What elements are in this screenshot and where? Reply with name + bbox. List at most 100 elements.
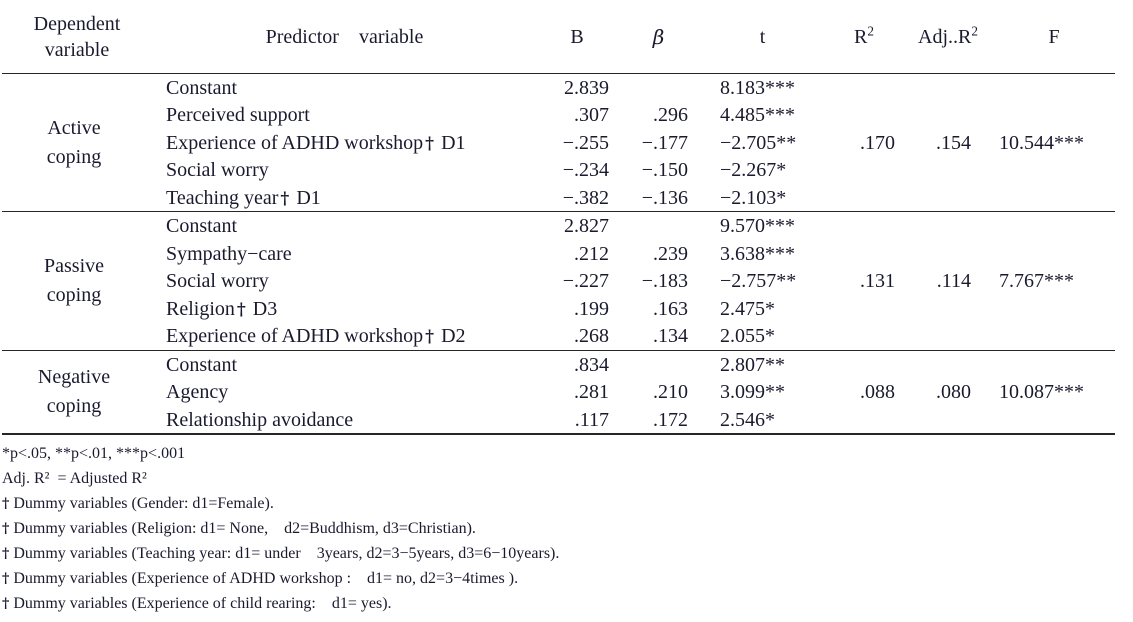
table-row: Negative coping Constant .834 2.807**: [2, 349, 1115, 435]
footnote-line: † Dummy variables (Experience of ADHD wo…: [2, 571, 1133, 596]
rule-cell: [825, 433, 903, 437]
b-value: .117: [574, 408, 609, 431]
empty-cell: [825, 72, 903, 102]
empty-cell: [825, 211, 903, 240]
dagger-icon: †: [425, 327, 435, 348]
predictor-variable-label: Agency: [166, 381, 229, 404]
empty-cell: [903, 101, 993, 129]
column-header-r-squared: R2: [825, 4, 903, 73]
b-value: .834: [537, 349, 617, 379]
predictor-variable-label: Teaching year † D1: [166, 186, 321, 209]
predictor-variable-label: Relationship avoidance: [166, 408, 354, 431]
t-value: 2.807**: [700, 349, 825, 379]
dummy-code-label: D1: [291, 186, 321, 209]
t-value: −2.267*: [720, 159, 787, 182]
b-value: −.382: [562, 186, 609, 209]
r2-base: R: [854, 26, 868, 49]
t-value: −2.705**: [720, 131, 797, 154]
footnote-line: † Dummy variables (Gender: d1=Female).: [2, 496, 1133, 521]
footnote-line: † Dummy variables (Religion: d1= None, d…: [2, 521, 1133, 546]
dependent-variable-label: Negative coping: [2, 349, 152, 435]
dagger-icon: †: [236, 299, 246, 320]
predictor-variable-label: Perceived support: [166, 104, 310, 127]
table-body: Active coping Constant 2.839 8.183*** Percei…: [2, 72, 1115, 437]
empty-cell: [993, 240, 1115, 268]
beta-symbol: β: [652, 24, 665, 49]
header-row: Dependent variable Predictor variable B …: [2, 4, 1115, 73]
beta-value: −.136: [641, 186, 688, 209]
t-value: 4.485***: [720, 104, 795, 127]
empty-cell: [825, 322, 903, 350]
empty-cell: [993, 72, 1115, 102]
rule-cell: [700, 433, 825, 437]
table-header: Dependent variable Predictor variable B …: [2, 4, 1115, 73]
predictor-variable-label: Constant: [152, 211, 537, 240]
b-value: .212: [574, 242, 609, 265]
column-header-predictor-variable: Predictor variable: [265, 26, 424, 49]
beta-value: [617, 211, 700, 240]
empty-cell: [825, 295, 903, 323]
table-row: Social worry −.227 −.183 −2.757** .131 .114 7.…: [2, 267, 1115, 295]
predictor-variable-label: Social worry: [166, 159, 269, 182]
empty-cell: [903, 211, 993, 240]
beta-value: −.150: [641, 159, 688, 182]
table-bottom-rule: [2, 433, 1115, 437]
b-value: −.227: [562, 270, 609, 293]
rule-cell: [903, 433, 993, 437]
column-header-beta: β: [617, 4, 700, 73]
empty-cell: [825, 156, 903, 184]
beta-value: [617, 72, 700, 102]
empty-cell: [903, 72, 993, 102]
dependent-variable-label: Active coping: [2, 72, 152, 212]
b-value: .268: [574, 325, 609, 348]
empty-cell: [825, 240, 903, 268]
beta-value: .134: [653, 325, 688, 348]
empty-cell: [993, 349, 1115, 379]
adjusted-r-squared-value: .080: [936, 381, 971, 404]
empty-cell: [903, 295, 993, 323]
rule-cell: [617, 433, 700, 437]
rule-cell: [152, 433, 537, 437]
t-value: 2.546*: [720, 408, 775, 431]
empty-cell: [903, 184, 993, 212]
empty-cell: [903, 156, 993, 184]
b-value: .281: [574, 381, 609, 404]
t-value: 2.055*: [720, 325, 775, 348]
column-header-t: t: [759, 26, 766, 49]
table-row: Experience of ADHD workshop † D1 −.255 −.17…: [2, 129, 1115, 157]
beta-value: −.177: [641, 131, 688, 154]
f-value: 10.544***: [999, 131, 1084, 154]
footnote-line: † Dummy variables (Teaching year: d1= un…: [2, 546, 1133, 571]
predictor-variable-label: Experience of ADHD workshop † D2: [166, 325, 466, 348]
footnote-text: Dummy variables (Gender: d1=Female).: [13, 495, 274, 513]
empty-cell: [903, 406, 993, 435]
adjusted-r-squared-value: .114: [936, 270, 971, 293]
beta-value: .163: [653, 297, 688, 320]
beta-value: .239: [653, 242, 688, 265]
column-header-dependent-variable: Dependent variable: [33, 13, 121, 62]
predictor-variable-label: Sympathy−care: [166, 242, 292, 265]
empty-cell: [993, 101, 1115, 129]
rule-cell: [2, 433, 152, 437]
footnote-text: Dummy variables (Religion: d1= None, d2=…: [13, 520, 476, 538]
dagger-icon: †: [2, 571, 10, 588]
empty-cell: [993, 211, 1115, 240]
table-row: Sympathy−care .212 .239 3.638***: [2, 240, 1115, 268]
predictor-variable-label: Constant: [152, 72, 537, 102]
regression-results-table: Dependent variable Predictor variable B …: [2, 4, 1115, 437]
beta-value: [617, 349, 700, 379]
table-row: Perceived support .307 .296 4.485***: [2, 101, 1115, 129]
t-value: −2.757**: [720, 270, 797, 293]
empty-cell: [825, 184, 903, 212]
dummy-code-label: D2: [436, 325, 466, 348]
t-value: −2.103*: [720, 186, 787, 209]
dagger-icon: †: [425, 133, 435, 154]
t-value: 2.475*: [720, 297, 775, 320]
dagger-icon: †: [2, 521, 10, 538]
column-header-f: F: [1048, 26, 1060, 49]
empty-cell: [993, 184, 1115, 212]
dagger-icon: †: [2, 496, 10, 513]
dependent-variable-label: Passive coping: [2, 211, 152, 351]
predictor-variable-label: Religion † D3: [166, 297, 278, 320]
b-value: −.234: [562, 159, 609, 182]
